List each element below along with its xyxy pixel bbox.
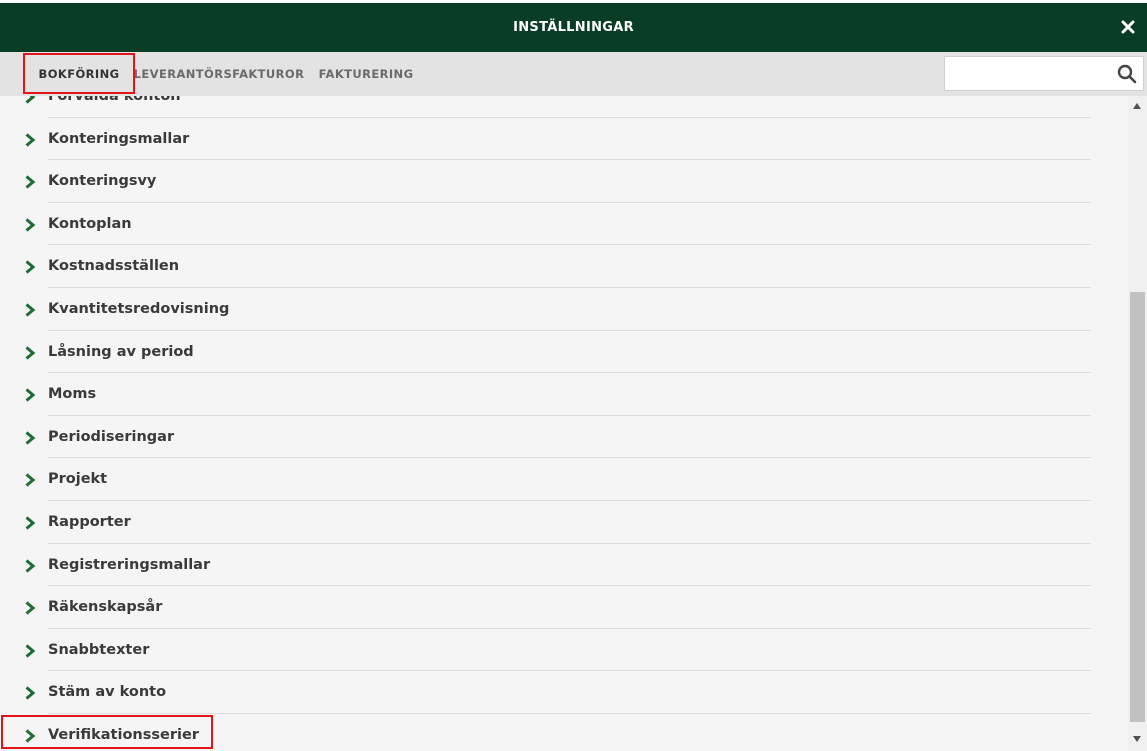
list-item[interactable]: Konteringsvy [0,160,1128,203]
chevron-right-icon [25,132,36,147]
list-item-label: Kostnadsställen [48,258,180,275]
close-icon[interactable] [1121,20,1135,34]
chevron-right-icon [25,473,36,487]
dialog-header: INSTÄLLNINGAR [0,0,1147,52]
list-item-label: Projekt [48,471,108,488]
list-item-label: Stäm av konto [48,684,167,701]
scrollbar-thumb[interactable] [1130,292,1145,722]
chevron-right-icon [25,388,36,402]
settings-list-panel: Förvalda konton Konteringsmallar Kontering… [0,96,1128,751]
list-item-label: Räkenskapsår [48,599,163,616]
list-item-label: Kvantitetsredovisning [48,300,230,317]
list-item[interactable]: Moms [0,373,1128,416]
list-item[interactable]: Stäm av konto [0,671,1128,714]
list-item-label: Moms [48,386,97,403]
chevron-right-icon [25,558,36,573]
chevron-right-icon [25,218,36,232]
list-item-label: Registreringsmallar [48,556,211,573]
list-item[interactable]: Konteringsmallar [0,118,1128,161]
list-item-label: Verifikationsserier [48,726,199,743]
list-item-label: Konteringsvy [48,173,157,190]
chevron-right-icon [25,729,36,743]
scroll-up-arrow-icon[interactable] [1133,103,1141,109]
chevron-right-icon [25,431,36,445]
vertical-scrollbar[interactable] [1128,96,1147,751]
list-item[interactable]: Periodiseringar [0,416,1128,459]
chevron-right-icon [25,644,36,658]
list-item-label: Kontoplan [48,215,132,232]
list-item[interactable]: Låsning av period [0,331,1128,374]
list-item-label: Rapporter [48,513,131,530]
list-item-label: Konteringsmallar [48,130,190,147]
chevron-right-icon [25,175,36,189]
chevron-right-icon [25,96,36,104]
list-item[interactable]: Kontoplan [0,203,1128,246]
list-item[interactable]: Rapporter [0,501,1128,544]
dialog-title: INSTÄLLNINGAR [513,20,634,35]
chevron-right-icon [25,686,36,700]
list-item-label: Periodiseringar [48,428,175,445]
list-item-label: Förvalda konton [48,96,181,104]
list-item[interactable]: Snabbtexter [0,629,1128,672]
chevron-right-icon [25,516,36,530]
chevron-right-icon [25,345,36,360]
tab-fakturering[interactable]: FAKTURERING [314,52,418,96]
list-item-label: Låsning av period [48,343,194,360]
list-item[interactable]: Registreringsmallar [0,544,1128,587]
chevron-right-icon [25,601,36,615]
chevron-right-icon [25,260,36,275]
list-item[interactable]: Räkenskapsår [0,586,1128,629]
tab-bokforing[interactable]: BOKFÖRING [30,52,128,96]
list-item[interactable]: Kvantitetsredovisning [0,288,1128,331]
list-item[interactable]: Verifikationsserier [0,714,1128,751]
settings-list: Förvalda konton Konteringsmallar Kontering… [0,96,1128,751]
chevron-right-icon [25,303,36,317]
list-item[interactable]: Projekt [0,458,1128,501]
list-item[interactable]: Förvalda konton [0,96,1128,118]
list-item[interactable]: Kostnadsställen [0,245,1128,288]
scroll-down-arrow-icon[interactable] [1133,736,1141,742]
search-box [944,56,1144,91]
search-icon[interactable] [1117,64,1137,84]
list-item-label: Snabbtexter [48,641,150,658]
search-input[interactable] [945,57,1113,90]
tab-leverantorsfakturor[interactable]: LEVERANTÖRSFAKTUROR [134,52,304,96]
